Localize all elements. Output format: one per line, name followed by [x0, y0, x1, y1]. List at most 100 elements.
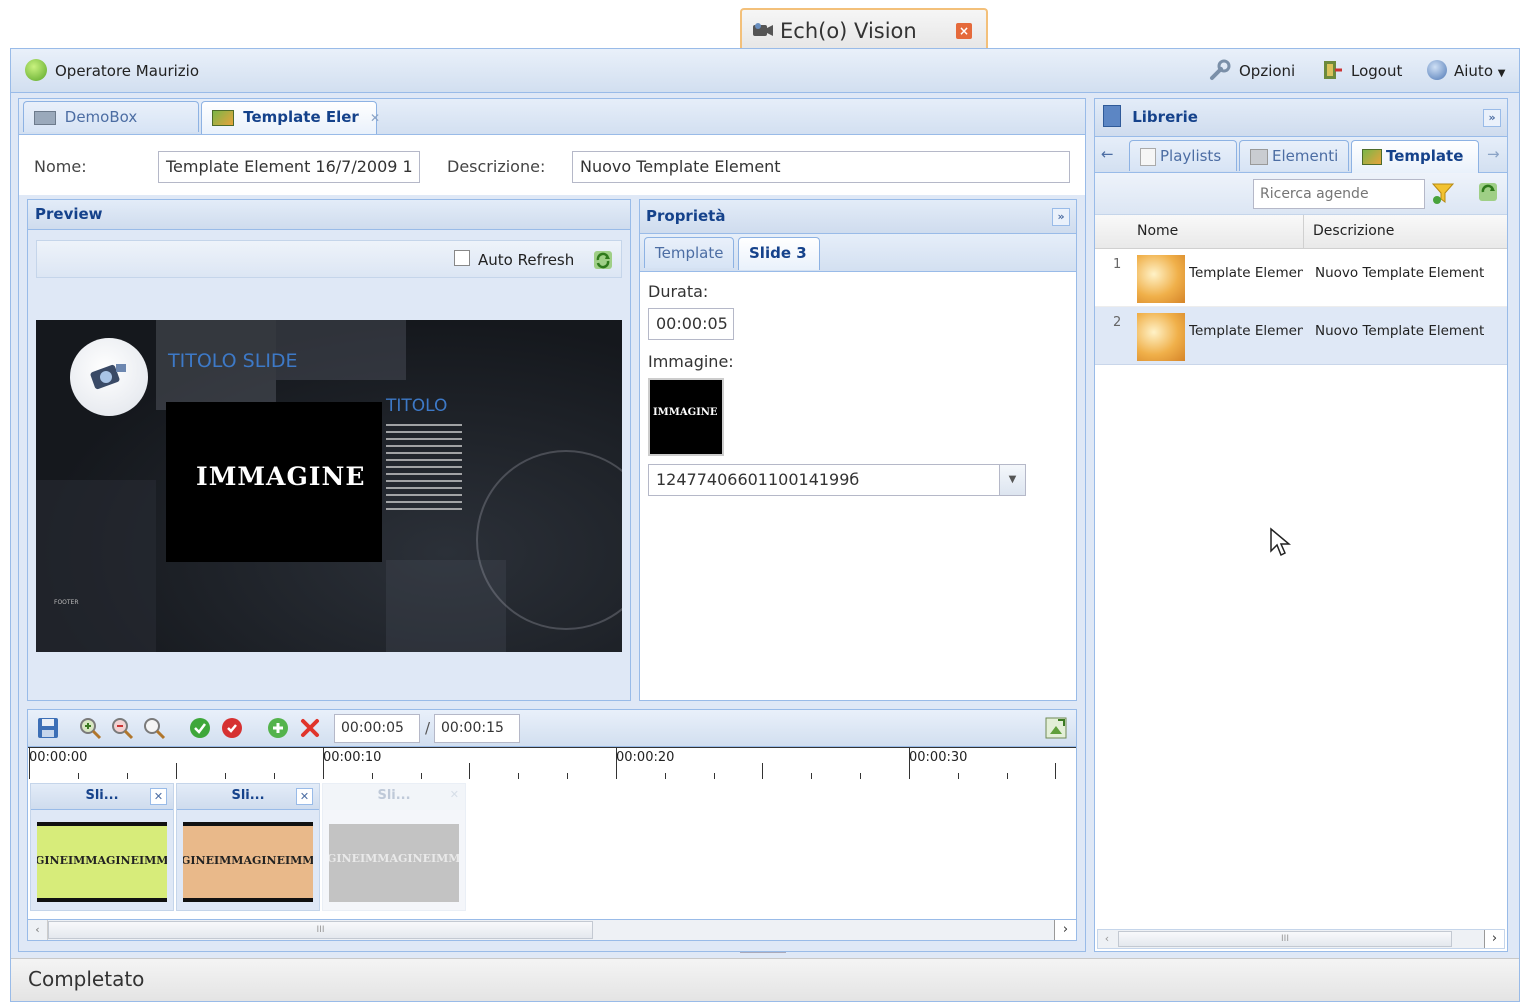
- slide-description-lines: [386, 424, 462, 510]
- scroll-right-icon[interactable]: ›: [1484, 930, 1504, 948]
- clip-close-icon[interactable]: ✕: [150, 788, 167, 805]
- slide-logo: [70, 338, 148, 416]
- image-select-value: 1247740660110014199б: [656, 470, 860, 489]
- description-label: Descrizione:: [447, 157, 546, 176]
- clip-header: Sli... ✕: [31, 784, 173, 810]
- book-icon: [1103, 104, 1121, 127]
- playlist-icon: [1140, 147, 1156, 166]
- timeline-ruler: 00:00:00 00:00:10 00:00:20 00:00:30: [27, 747, 1077, 779]
- ruler-tick: [909, 747, 910, 779]
- slide-texture-3: [36, 480, 156, 652]
- image-thumbnail[interactable]: IMMAGINE: [648, 378, 724, 456]
- collapse-icon[interactable]: »: [1483, 109, 1501, 127]
- timeline-clip[interactable]: Sli... ✕ GINEIMMAGINEIMM: [322, 783, 466, 911]
- library-scrollbar[interactable]: ‹ III ›: [1097, 929, 1505, 949]
- filter-icon[interactable]: [1431, 181, 1455, 205]
- timeline-clip[interactable]: Sli... ✕ GINEIMMAGINEIMM: [30, 783, 174, 911]
- tab-slide-3[interactable]: Slide 3: [738, 237, 820, 270]
- close-icon[interactable]: ×: [956, 23, 972, 39]
- chevron-down-icon[interactable]: ▼: [999, 465, 1025, 495]
- refresh-icon[interactable]: [592, 249, 614, 271]
- logout-button[interactable]: Logout: [1351, 62, 1402, 80]
- tab-template-library[interactable]: Template: [1351, 140, 1479, 173]
- slide-subtitle: TITOLO: [386, 396, 448, 416]
- status-bar: Completato: [11, 958, 1519, 1001]
- scroll-thumb[interactable]: III: [1118, 931, 1452, 947]
- column-header-description[interactable]: Descrizione: [1313, 223, 1394, 239]
- image-thumb-text: IMMAGINE: [653, 407, 718, 418]
- table-row[interactable]: 2 Template Elemen Nuovo Template Element: [1095, 307, 1507, 365]
- delete-icon[interactable]: [298, 716, 322, 740]
- scroll-grip: III: [316, 925, 325, 935]
- tab-playlists[interactable]: Playlists: [1129, 140, 1237, 171]
- template-icon: [212, 109, 234, 126]
- timeline-clip[interactable]: Sli... ✕ GINEIMMAGINEIMM: [176, 783, 320, 911]
- row-name: Template Elemen: [1189, 265, 1303, 281]
- scroll-left-icon[interactable]: ‹: [28, 920, 48, 940]
- library-header: Librerie »: [1095, 99, 1507, 137]
- clip-close-icon[interactable]: ✕: [296, 788, 313, 805]
- tab-demobox[interactable]: DemoBox: [23, 101, 199, 132]
- export-icon[interactable]: [1044, 716, 1068, 740]
- image-select[interactable]: 1247740660110014199б ▼: [648, 464, 1026, 496]
- zoom-in-icon[interactable]: [78, 716, 102, 740]
- column-divider[interactable]: [1303, 215, 1304, 249]
- zoom-out-icon[interactable]: [110, 716, 134, 740]
- current-time-field[interactable]: 00:00:05: [334, 714, 420, 743]
- save-icon[interactable]: [36, 716, 60, 740]
- ruler-tick: [469, 763, 470, 779]
- preview-toolbar: Auto Refresh: [36, 240, 622, 278]
- scroll-left-icon[interactable]: ‹: [1098, 930, 1116, 948]
- refresh-icon[interactable]: [1477, 181, 1499, 203]
- collapse-icon[interactable]: »: [1052, 208, 1070, 226]
- clip-close-icon[interactable]: ✕: [450, 788, 459, 801]
- tab-template[interactable]: Template: [644, 237, 734, 268]
- window-title: Ech(o) Vision: [780, 19, 917, 43]
- camera-logo-icon: [90, 360, 128, 392]
- ruler-tick: [176, 763, 177, 779]
- search-input[interactable]: [1253, 179, 1425, 209]
- ruler-label: 00:00:30: [909, 750, 968, 765]
- duration-input[interactable]: 00:00:05: [648, 308, 734, 340]
- auto-refresh-checkbox[interactable]: [454, 250, 470, 266]
- grid-header: Nome Descrizione: [1095, 215, 1507, 249]
- row-description: Nuovo Template Element: [1315, 265, 1485, 281]
- auto-refresh-label: Auto Refresh: [478, 251, 575, 269]
- clip-thumb-text: GINEIMMAGINEIMM: [37, 854, 167, 867]
- ruler-tick: [616, 747, 617, 779]
- properties-tabbar: Template Slide 3: [640, 234, 1076, 272]
- tab-scroll-right-icon[interactable]: →: [1487, 145, 1500, 163]
- tab-close-icon[interactable]: ✕: [370, 111, 380, 125]
- ruler-label: 00:00:10: [323, 750, 382, 765]
- slide-image-box: IMMAGINE: [166, 402, 382, 562]
- properties-panel: Proprietà » Template Slide 3 Durata: 00:…: [639, 199, 1077, 701]
- tab-label: Template: [1386, 147, 1464, 165]
- options-button[interactable]: Opzioni: [1239, 62, 1295, 80]
- logout-icon: [1321, 59, 1343, 81]
- zoom-reset-icon[interactable]: [142, 716, 166, 740]
- cancel-icon[interactable]: [220, 716, 244, 740]
- description-input[interactable]: Nuovo Template Element: [572, 151, 1070, 183]
- column-header-name[interactable]: Nome: [1137, 223, 1178, 239]
- preview-panel: Preview Auto Refresh TITOLO SLIDE IMMAGI…: [27, 199, 631, 701]
- tab-scroll-left-icon[interactable]: ←: [1101, 145, 1114, 163]
- table-row[interactable]: 1 Template Elemen Nuovo Template Element: [1095, 249, 1507, 307]
- tab-elementi[interactable]: Elementi: [1239, 140, 1349, 171]
- template-icon: [1362, 148, 1382, 165]
- editor-panel: DemoBox Template Eler ✕ Nome: Template E…: [18, 98, 1086, 952]
- ruler-label: 00:00:20: [616, 750, 675, 765]
- scroll-right-icon[interactable]: ›: [1054, 920, 1076, 940]
- timeline-scrollbar[interactable]: ‹ III ›: [27, 919, 1077, 941]
- scroll-thumb[interactable]: III: [48, 921, 593, 939]
- name-label: Nome:: [34, 157, 87, 176]
- confirm-icon[interactable]: [188, 716, 212, 740]
- window-title-tab[interactable]: Ech(o) Vision ×: [740, 8, 988, 50]
- tab-label: Elementi: [1272, 147, 1339, 165]
- tab-template-element[interactable]: Template Eler ✕: [201, 101, 380, 134]
- slide-preview: TITOLO SLIDE IMMAGINE TITOLO FOOTER: [36, 320, 622, 652]
- help-menu-button[interactable]: Aiuto ▼: [1454, 62, 1505, 80]
- ruler-tick: [29, 747, 30, 779]
- top-toolbar: Operatore Maurizio Opzioni Logout Aiuto …: [11, 49, 1519, 93]
- add-slide-icon[interactable]: [266, 716, 290, 740]
- name-input[interactable]: Template Element 16/7/2009 1: [158, 151, 420, 183]
